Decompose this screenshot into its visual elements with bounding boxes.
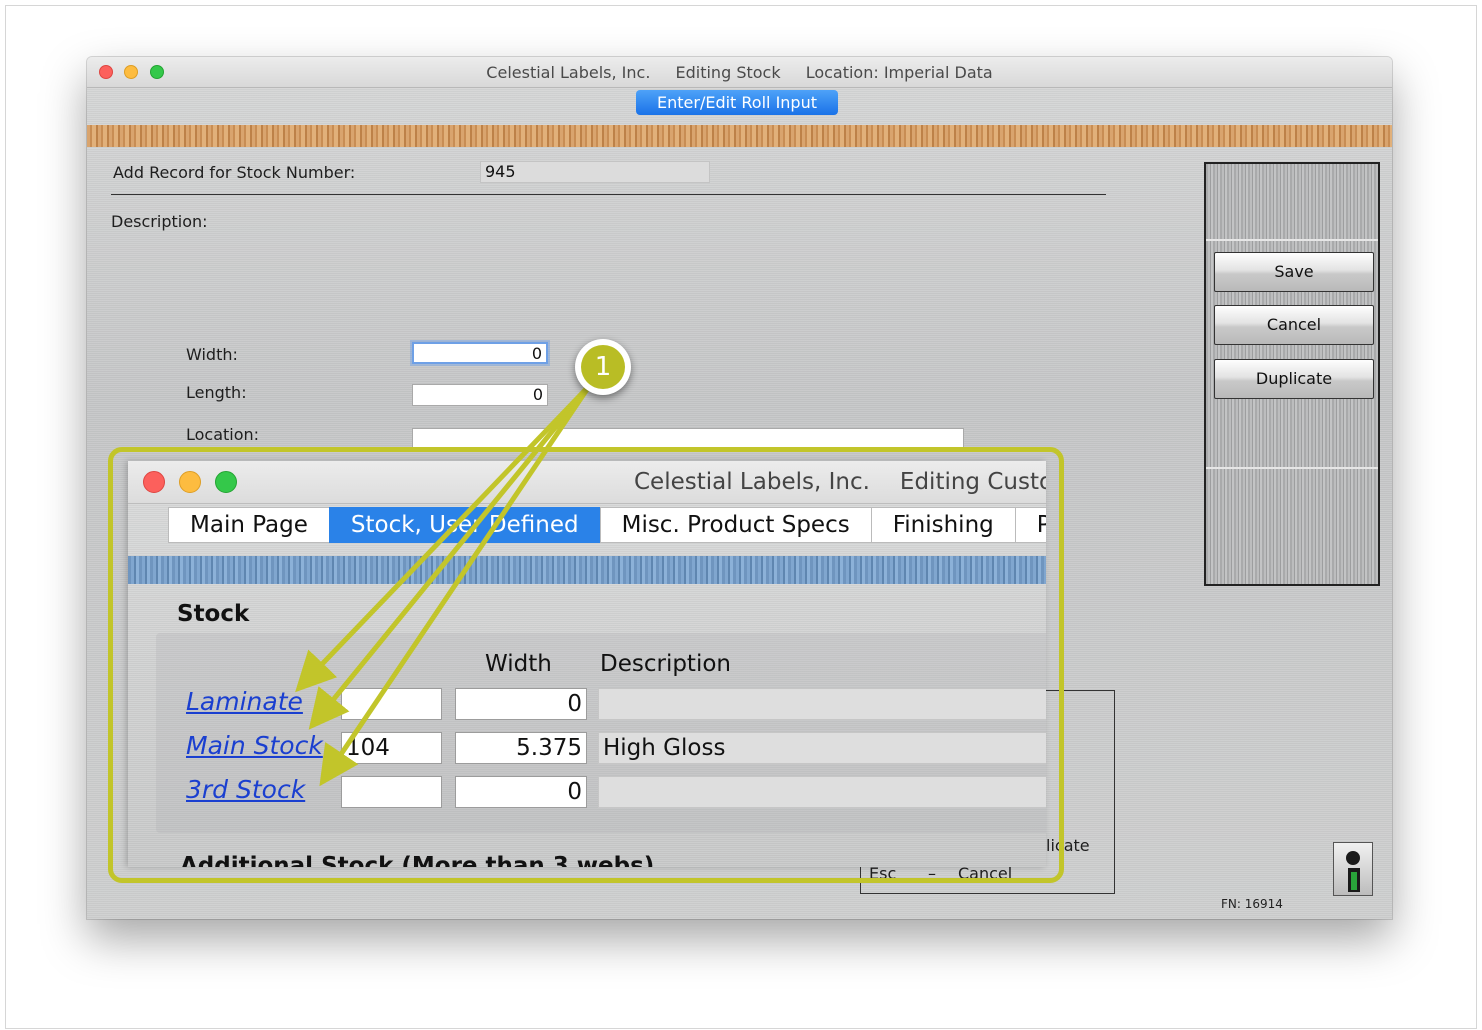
arrow-to-laminate — [295, 383, 592, 693]
callout-arrows — [295, 383, 593, 787]
callout-number: 1 — [581, 345, 625, 389]
arrow-to-main-stock — [308, 383, 592, 730]
arrow-to-3rd-stock — [319, 383, 593, 787]
callout-badge: 1 — [575, 339, 631, 395]
